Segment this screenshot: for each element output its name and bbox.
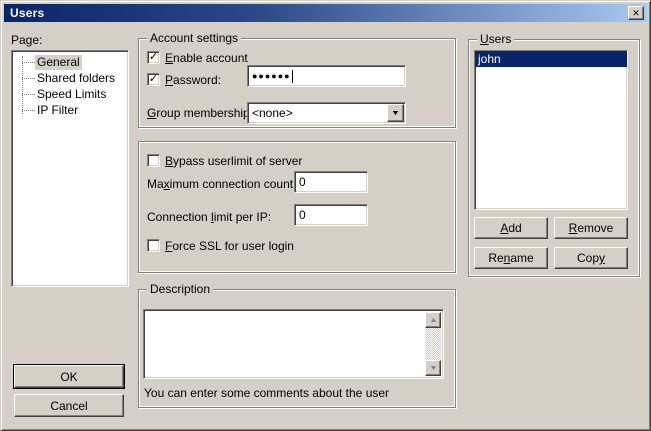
bypass-userlimit-checkbox[interactable]: ✓: [147, 154, 160, 167]
add-user-button[interactable]: Add: [474, 217, 548, 239]
ip-limit-label: Connection limit per IP:: [147, 211, 271, 224]
tree-item-label: Shared folders: [35, 71, 117, 86]
tree-item-general[interactable]: General: [12, 54, 128, 70]
text-caret: [292, 70, 293, 83]
max-connection-label: Maximum connection count:: [147, 178, 296, 191]
group-membership-select[interactable]: <none> ▼: [247, 102, 406, 124]
force-ssl-label: Force SSL for user login: [165, 240, 294, 253]
description-text[interactable]: [146, 312, 425, 376]
remove-user-button[interactable]: Remove: [554, 217, 628, 239]
rename-user-button[interactable]: Rename: [474, 247, 548, 269]
scroll-down-button[interactable]: ▼: [425, 360, 441, 376]
password-checkbox[interactable]: ✓: [147, 73, 160, 86]
page-tree[interactable]: General Shared folders Speed Limits IP F…: [11, 50, 129, 287]
enable-account-checkbox[interactable]: ✓: [147, 51, 160, 64]
titlebar[interactable]: Users ✕: [4, 4, 647, 22]
enable-account-label: Enable account: [165, 52, 248, 65]
password-masked-value: ●●●●●●: [252, 65, 291, 87]
bypass-userlimit-label: Bypass userlimit of server: [165, 155, 302, 168]
account-settings-title: Account settings: [147, 32, 241, 45]
window-title: Users: [10, 6, 44, 20]
close-button[interactable]: ✕: [628, 6, 644, 20]
ok-button[interactable]: OK: [14, 365, 124, 388]
cancel-button[interactable]: Cancel: [14, 394, 124, 417]
user-list-item[interactable]: john: [475, 51, 627, 67]
users-dialog: Users ✕ Page: General Shared folders Spe…: [0, 0, 651, 431]
description-hint: You can enter some comments about the us…: [144, 387, 389, 400]
tree-item-label: IP Filter: [35, 103, 80, 118]
check-icon: ✓: [149, 74, 158, 85]
password-input[interactable]: ●●●●●●: [247, 65, 406, 87]
max-connection-input[interactable]: 0: [294, 171, 368, 193]
description-textarea[interactable]: ▲ ▼: [143, 309, 444, 379]
copy-user-button[interactable]: Copy: [554, 247, 628, 269]
scroll-up-button[interactable]: ▲: [425, 312, 441, 328]
group-membership-value: <none>: [252, 106, 293, 120]
tree-line: [22, 56, 23, 114]
password-label: Password:: [165, 74, 221, 87]
ip-limit-input[interactable]: 0: [294, 204, 368, 226]
tree-item-speed-limits[interactable]: Speed Limits: [12, 86, 128, 102]
user-name: john: [478, 51, 501, 67]
chevron-down-icon: ▼: [391, 110, 400, 117]
force-ssl-checkbox[interactable]: ✓: [147, 239, 160, 252]
dropdown-button[interactable]: ▼: [387, 104, 404, 122]
users-group-title: Users: [477, 33, 514, 46]
description-title: Description: [147, 283, 213, 296]
tree-item-label: General: [35, 55, 82, 70]
check-icon: ✓: [149, 52, 158, 63]
ip-limit-value: 0: [299, 208, 306, 222]
tree-item-shared-folders[interactable]: Shared folders: [12, 70, 128, 86]
group-membership-label: Group membership:: [147, 107, 253, 120]
tree-item-ip-filter[interactable]: IP Filter: [12, 102, 128, 118]
vertical-scrollbar[interactable]: ▲ ▼: [425, 312, 441, 376]
tree-item-label: Speed Limits: [35, 87, 108, 102]
page-label: Page:: [11, 34, 42, 47]
arrow-down-icon: ▼: [428, 365, 437, 372]
max-connection-value: 0: [299, 175, 306, 189]
arrow-up-icon: ▲: [428, 317, 437, 324]
users-listbox[interactable]: john: [474, 50, 628, 210]
close-icon: ✕: [632, 8, 640, 19]
